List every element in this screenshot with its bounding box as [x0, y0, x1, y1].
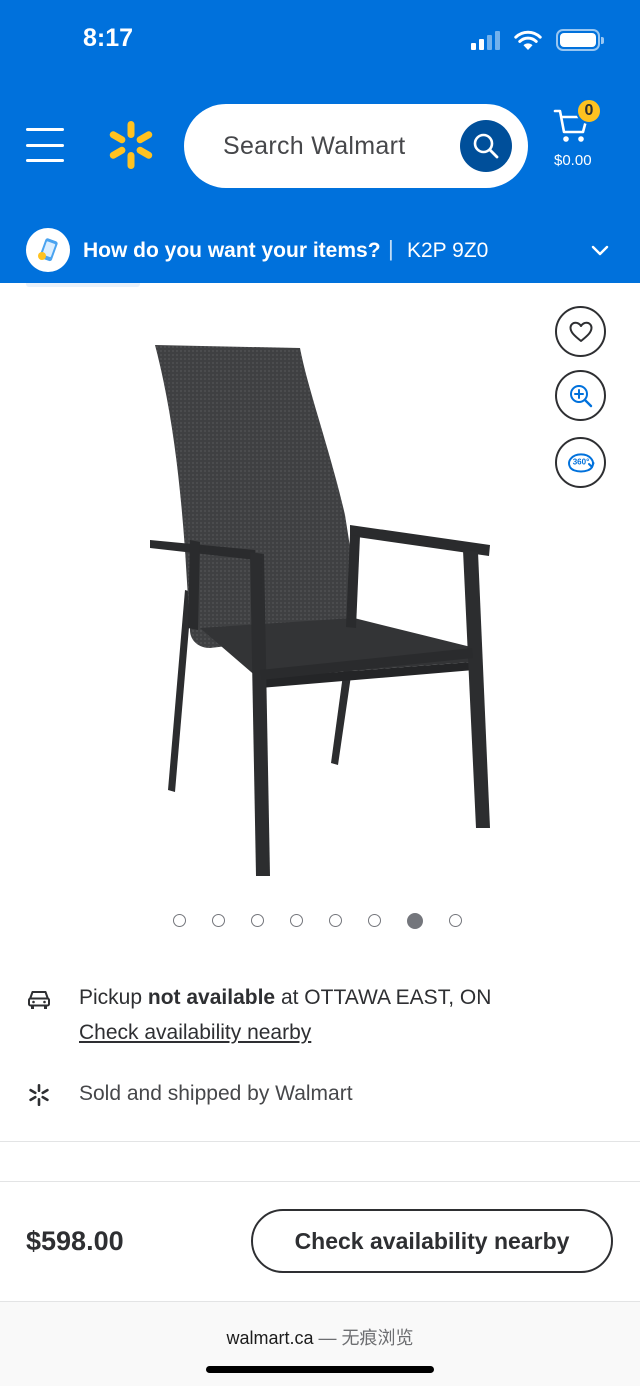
image-carousel-dots [173, 912, 462, 929]
favorite-button[interactable] [555, 306, 606, 357]
carousel-dot[interactable] [251, 914, 264, 927]
car-icon [28, 991, 50, 1009]
browser-url[interactable]: walmart.ca — 无痕浏览 [0, 1324, 640, 1350]
check-availability-link[interactable]: Check availability nearby [79, 1021, 311, 1045]
carousel-dot[interactable] [368, 914, 381, 927]
zoom-in-icon [569, 384, 592, 407]
postal-code: K2P 9Z0 [407, 239, 489, 262]
check-availability-button[interactable]: Check availability nearby [251, 1209, 613, 1273]
delivery-method-selector[interactable]: How do you want your items? | K2P 9Z0 [0, 219, 640, 283]
status-icons [471, 29, 604, 51]
chevron-down-icon [591, 245, 609, 256]
heart-icon [569, 321, 592, 342]
pickup-status: not available [147, 986, 276, 1009]
private-mode-label: — 无痕浏览 [318, 1328, 414, 1348]
search-button[interactable] [460, 120, 512, 172]
carousel-dot[interactable] [329, 914, 342, 927]
wifi-icon [514, 30, 542, 50]
carousel-dot[interactable] [449, 914, 462, 927]
cellular-signal-icon [471, 30, 500, 50]
zoom-button[interactable] [555, 370, 606, 421]
sold-by-text: Sold and shipped by Walmart [79, 1082, 353, 1105]
tab-indicator [26, 283, 140, 287]
search-icon [473, 133, 499, 159]
section-divider [0, 1141, 640, 1142]
360-label: 360° [572, 457, 589, 466]
carousel-dot[interactable] [290, 914, 303, 927]
carousel-dot[interactable] [173, 914, 186, 927]
cart-count-badge: 0 [576, 98, 602, 124]
status-time: 8:17 [82, 23, 134, 52]
delivery-question: How do you want your items? [83, 239, 381, 262]
carousel-dot[interactable] [407, 912, 423, 929]
cart-total: $0.00 [554, 152, 592, 169]
cart-button[interactable]: 0 $0.00 [548, 98, 620, 174]
search-placeholder: Search Walmart [223, 132, 406, 160]
walmart-spark-small-icon [29, 1084, 49, 1106]
browser-domain: walmart.ca [226, 1328, 314, 1348]
home-indicator[interactable] [206, 1366, 434, 1373]
carousel-dot[interactable] [212, 914, 225, 927]
walmart-spark-logo[interactable] [106, 120, 156, 170]
360-view-icon: 360° [567, 452, 594, 472]
delivery-separator: | [388, 236, 394, 261]
product-image[interactable] [140, 330, 510, 890]
search-input[interactable]: Search Walmart [184, 104, 528, 188]
browser-bar: walmart.ca — 无痕浏览 [0, 1301, 640, 1386]
view-360-button[interactable]: 360° [555, 437, 606, 488]
delivery-phone-icon [26, 228, 70, 272]
top-header: 8:17 Search Walmart 0 $0.00 How do you w… [0, 0, 640, 283]
bottom-bar-divider [0, 1181, 640, 1182]
menu-button[interactable] [26, 128, 64, 162]
product-price: $598.00 [26, 1226, 124, 1256]
pickup-status-text: Pickup not available at OTTAWA EAST, ON [79, 986, 492, 1009]
battery-icon [556, 29, 604, 51]
